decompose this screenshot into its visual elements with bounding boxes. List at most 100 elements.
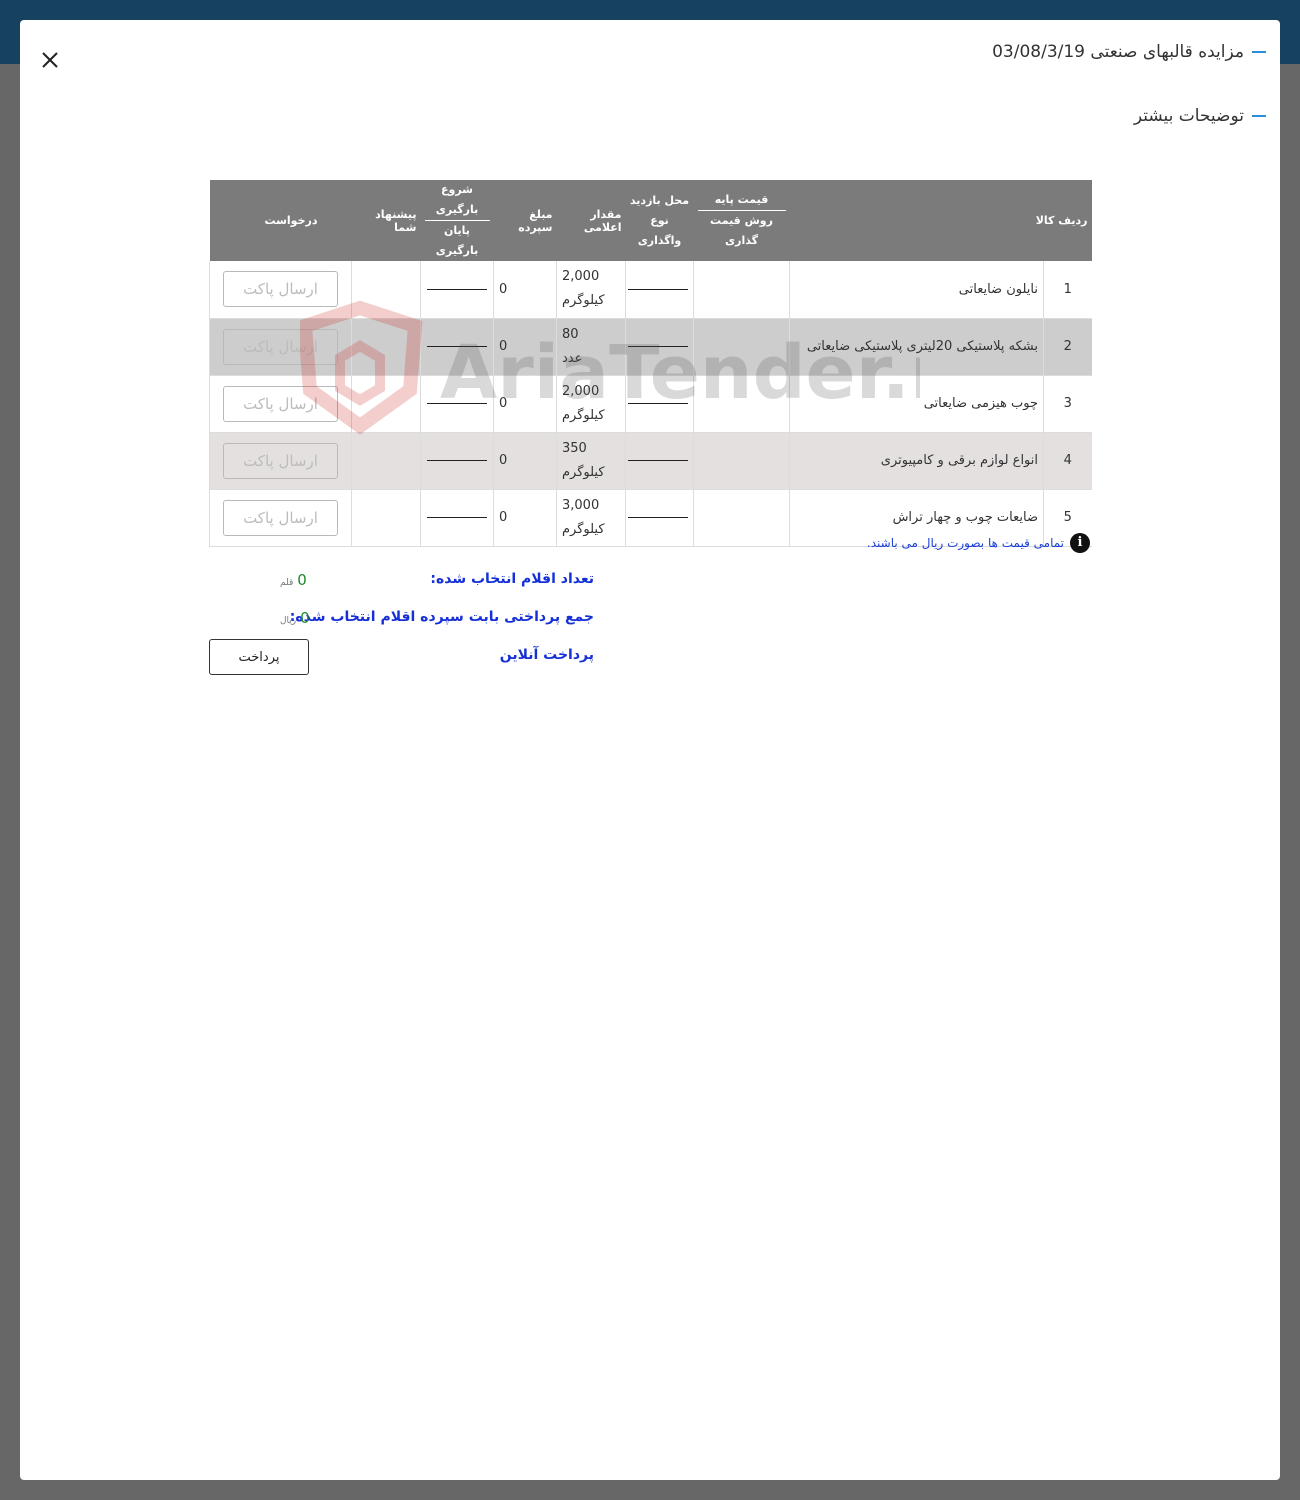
row-deposit: 0	[493, 318, 557, 376]
qty-unit: کیلوگرم	[562, 407, 605, 423]
header-request: درخواست	[209, 180, 352, 261]
send-envelope-button[interactable]: ارسال پاکت	[223, 499, 338, 536]
close-icon[interactable]	[38, 48, 62, 72]
header-pricing-method-label: روش قیمت گذاری	[710, 214, 773, 247]
header-base-price: قیمت پایه روش قیمت گذاری	[693, 180, 790, 261]
empty-dash	[628, 346, 688, 347]
empty-dash	[628, 403, 688, 404]
row-number: 3	[1043, 375, 1092, 433]
row-loading	[420, 318, 494, 376]
header-announced-qty: مقدار اعلامی	[556, 180, 626, 261]
online-payment-label: پرداخت آنلاین	[499, 647, 594, 663]
send-envelope-button[interactable]: ارسال پاکت	[223, 328, 338, 365]
row-announced-qty: 350 کیلوگرم	[556, 432, 626, 490]
qty-value: 3,000	[562, 497, 600, 513]
send-envelope-button[interactable]: ارسال پاکت	[223, 442, 338, 479]
selected-count-value: 0 قلم	[280, 571, 307, 589]
empty-dash	[427, 517, 487, 518]
row-request: ارسال پاکت	[209, 318, 352, 376]
send-envelope-button[interactable]: ارسال پاکت	[223, 271, 338, 308]
qty-value: 2,000	[562, 269, 600, 285]
total-deposit-number: 0	[300, 609, 310, 627]
header-loading: شروع بارگیری پایان بارگیری	[420, 180, 494, 261]
row-your-offer	[351, 432, 421, 490]
row-deposit: 0	[493, 489, 557, 547]
row-loading	[420, 375, 494, 433]
more-details-text: توضیحات بیشتر	[1133, 106, 1244, 126]
header-load-end-label: پایان بارگیری	[435, 224, 479, 257]
send-envelope-button[interactable]: ارسال پاکت	[223, 385, 338, 422]
row-number: 4	[1043, 432, 1092, 490]
header-load-start-label: شروع بارگیری	[424, 180, 490, 221]
row-announced-qty: 2,000 کیلوگرم	[556, 261, 626, 319]
qty-unit: عدد	[562, 350, 583, 366]
row-your-offer	[351, 375, 421, 433]
empty-dash	[427, 460, 487, 461]
currency-note: i تمامی قیمت ها بصورت ریال می باشند.	[867, 533, 1090, 553]
table-header-row: ردیف کالا قیمت پایه روش قیمت گذاری محل ب…	[209, 180, 1092, 261]
qty-value: 350	[562, 440, 587, 456]
row-request: ارسال پاکت	[209, 375, 352, 433]
row-request: ارسال پاکت	[209, 489, 352, 547]
header-base-price-label: قیمت پایه	[697, 190, 786, 211]
qty-value: 80	[562, 326, 579, 342]
empty-dash	[628, 288, 688, 290]
more-details-toggle[interactable]: توضیحات بیشتر	[1134, 106, 1266, 126]
row-item-name: نایلون ضایعاتی	[789, 261, 1044, 319]
collapse-dash-icon	[1252, 115, 1266, 117]
row-loading	[420, 261, 494, 319]
row-your-offer	[351, 489, 421, 547]
empty-dash	[427, 288, 487, 290]
row-number: 1	[1043, 261, 1092, 319]
qty-unit: کیلوگرم	[562, 464, 605, 480]
header-your-offer: پیشنهاد شما	[351, 180, 421, 261]
total-deposit-value: 0 ریال	[280, 609, 310, 627]
row-request: ارسال پاکت	[209, 432, 352, 490]
row-visit-location	[625, 261, 694, 319]
pay-button[interactable]: پرداخت	[209, 639, 309, 675]
table-row: 4 انواع لوازم برقی و کامپیوتری 350 کیلوگر…	[209, 432, 1092, 490]
header-assign-type-label: نوع واگذاری	[637, 213, 682, 247]
auction-items-table: ردیف کالا قیمت پایه روش قیمت گذاری محل ب…	[209, 180, 1092, 547]
row-loading	[420, 432, 494, 490]
modal-title-text: مزایده قالبهای صنعتی 03/08/3/19	[992, 42, 1244, 62]
row-item-name: بشکه پلاستیکی 20لیتری پلاستیکی ضایعاتی	[789, 318, 1044, 376]
selected-count-unit: قلم	[280, 578, 294, 588]
row-visit-location	[625, 489, 694, 547]
row-number: 2	[1043, 318, 1092, 376]
header-deposit: مبلغ سپرده	[493, 180, 557, 261]
row-announced-qty: 3,000 کیلوگرم	[556, 489, 626, 547]
header-row-item: ردیف کالا	[789, 180, 1092, 261]
auction-details-modal: مزایده قالبهای صنعتی 03/08/3/19 توضیحات …	[20, 20, 1280, 1480]
qty-value: 2,000	[562, 383, 600, 399]
table-row: 3 چوب هیزمی ضایعاتی 2,000 کیلوگرم 0 ارسال…	[209, 375, 1092, 433]
row-visit-location	[625, 375, 694, 433]
row-deposit: 0	[493, 375, 557, 433]
row-request: ارسال پاکت	[209, 261, 352, 319]
header-item-label: کالا	[1035, 214, 1055, 227]
currency-note-text: تمامی قیمت ها بصورت ریال می باشند.	[866, 536, 1064, 550]
table-row: 1 نایلون ضایعاتی 2,000 کیلوگرم 0 ارسال پا…	[209, 261, 1092, 319]
row-base-price	[693, 432, 790, 490]
modal-title: مزایده قالبهای صنعتی 03/08/3/19	[992, 42, 1266, 62]
header-row-label: ردیف	[1058, 214, 1088, 227]
selected-count-number: 0	[297, 571, 307, 589]
total-deposit-unit: ریال	[280, 616, 297, 626]
selected-count-label: تعداد اقلام انتخاب شده:	[430, 571, 594, 587]
total-deposit-label: جمع پرداختی بابت سپرده اقلام انتخاب شده:	[289, 609, 594, 625]
row-base-price	[693, 261, 790, 319]
empty-dash	[628, 460, 688, 461]
empty-dash	[427, 403, 487, 404]
row-your-offer	[351, 318, 421, 376]
row-deposit: 0	[493, 432, 557, 490]
row-visit-location	[625, 318, 694, 376]
row-announced-qty: 80 عدد	[556, 318, 626, 376]
row-visit-location	[625, 432, 694, 490]
header-visit-location-label: محل بازدید	[629, 193, 690, 207]
row-base-price	[693, 489, 790, 547]
row-your-offer	[351, 261, 421, 319]
empty-dash	[628, 517, 688, 518]
qty-unit: کیلوگرم	[562, 293, 605, 309]
row-item-name: چوب هیزمی ضایعاتی	[789, 375, 1044, 433]
row-base-price	[693, 318, 790, 376]
